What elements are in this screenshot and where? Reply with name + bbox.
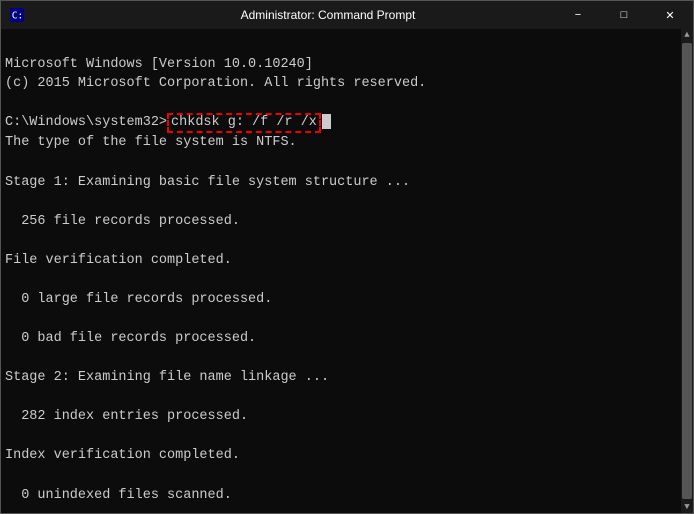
line-bad-records: 0 bad file records processed. xyxy=(5,331,256,346)
minimize-button[interactable]: − xyxy=(555,1,601,29)
scrollbar-down-arrow[interactable]: ▼ xyxy=(684,501,689,513)
line-large-records: 0 large file records processed. xyxy=(5,292,272,307)
command-text: chkdsk g: /f /r /x xyxy=(167,113,321,133)
line-256: 256 file records processed. xyxy=(5,214,240,229)
window: C: Administrator: Command Prompt − □ ✕ M… xyxy=(0,0,694,514)
console-area: Microsoft Windows [Version 10.0.10240] (… xyxy=(1,29,693,513)
line-1: Microsoft Windows [Version 10.0.10240] xyxy=(5,57,313,72)
line-file-verif: File verification completed. xyxy=(5,253,232,268)
maximize-button[interactable]: □ xyxy=(601,1,647,29)
prompt-with-cmd: C:\Windows\system32>chkdsk g: /f /r /x xyxy=(5,115,331,130)
console-output: Microsoft Windows [Version 10.0.10240] (… xyxy=(5,35,689,513)
prompt-text: C:\Windows\system32> xyxy=(5,115,167,130)
titlebar-buttons: − □ ✕ xyxy=(555,1,693,29)
line-stage1: Stage 1: Examining basic file system str… xyxy=(5,175,410,190)
titlebar: C: Administrator: Command Prompt − □ ✕ xyxy=(1,1,693,29)
line-2: (c) 2015 Microsoft Corporation. All righ… xyxy=(5,76,426,91)
cmd-icon: C: xyxy=(9,7,25,23)
close-button[interactable]: ✕ xyxy=(647,1,693,29)
line-index-verif: Index verification completed. xyxy=(5,448,240,463)
scrollbar-thumb[interactable] xyxy=(682,43,692,499)
scrollbar-up-arrow[interactable]: ▲ xyxy=(684,29,689,41)
svg-text:C:: C: xyxy=(12,11,24,22)
titlebar-title: Administrator: Command Prompt xyxy=(31,8,625,22)
line-stage2: Stage 2: Examining file name linkage ... xyxy=(5,370,329,385)
scrollbar[interactable]: ▲ ▼ xyxy=(681,29,693,513)
cursor xyxy=(322,114,331,129)
line-ntfs: The type of the file system is NTFS. xyxy=(5,135,297,150)
line-282: 282 index entries processed. xyxy=(5,409,248,424)
line-unindexed: 0 unindexed files scanned. xyxy=(5,488,232,503)
